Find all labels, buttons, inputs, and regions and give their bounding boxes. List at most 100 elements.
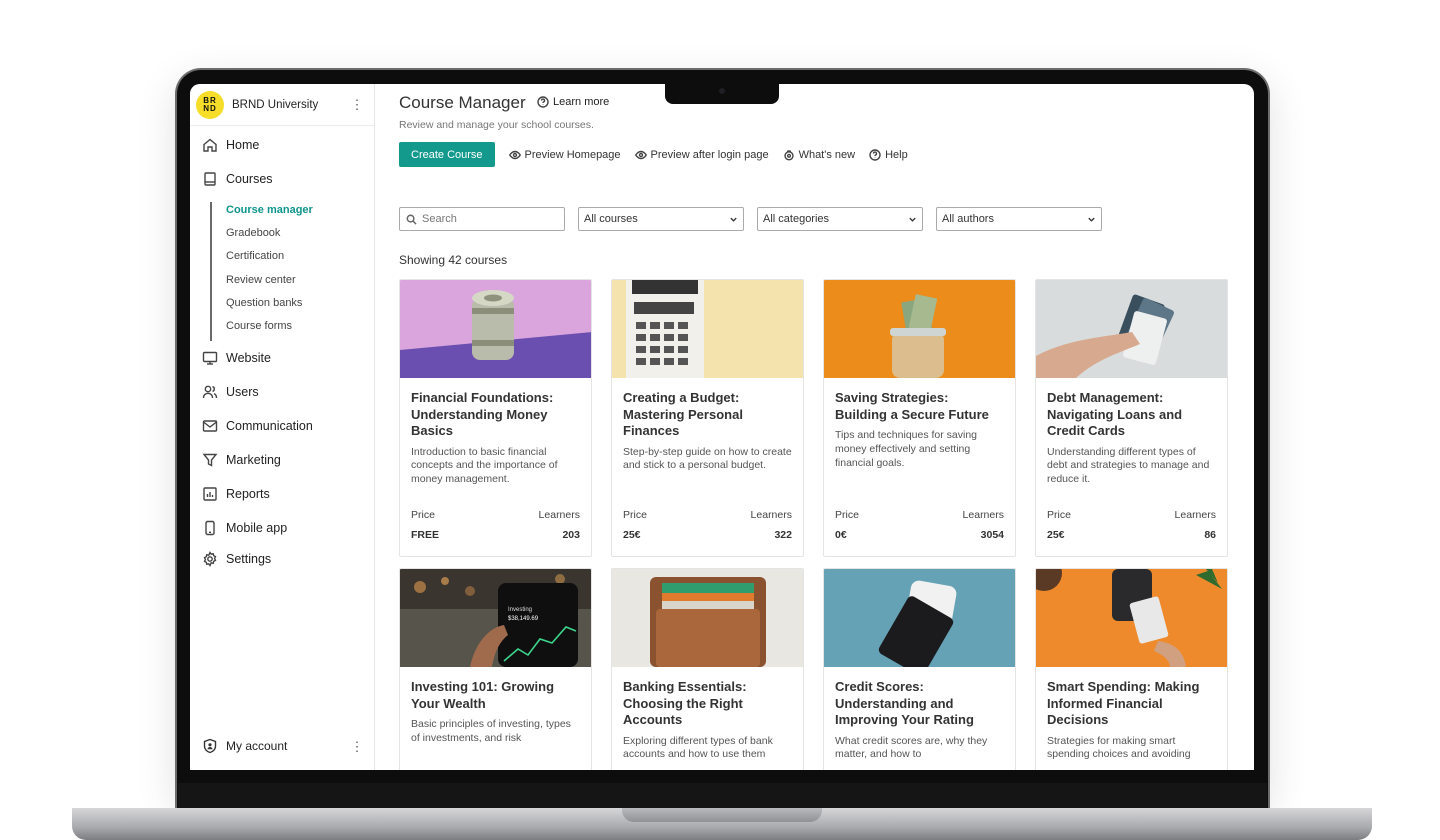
shield-user-icon <box>203 738 217 754</box>
course-learners: 203 <box>562 529 580 541</box>
course-card[interactable]: Investing $38,149.69 Investing 101: Grow… <box>399 568 592 770</box>
subnav-course-forms[interactable]: Course forms <box>226 318 313 341</box>
course-card[interactable]: Financial Foundations: Understanding Mon… <box>399 279 592 557</box>
sidebar-item-users[interactable]: Users <box>202 384 259 400</box>
course-learners: 322 <box>774 529 792 541</box>
course-thumbnail-wallet <box>612 569 803 667</box>
sidebar-item-courses[interactable]: Courses <box>202 171 273 187</box>
sidebar-item-label: Users <box>226 385 259 399</box>
account-label: My account <box>226 739 288 753</box>
course-title: Credit Scores: Understanding and Improvi… <box>835 679 974 727</box>
subnav-course-manager[interactable]: Course manager <box>226 202 313 225</box>
course-thumbnail-credit-cards <box>1036 280 1227 378</box>
courses-subnav: Course manager Gradebook Certification R… <box>210 202 313 342</box>
toolbar: Create Course Preview Homepage Preview a… <box>399 142 908 167</box>
authors-select[interactable]: All authors <box>936 207 1102 231</box>
course-card[interactable]: Creating a Budget: Mastering Personal Fi… <box>611 279 804 557</box>
sidebar-item-communication[interactable]: Communication <box>202 418 313 434</box>
gear-icon <box>203 551 217 567</box>
sidebar-item-reports[interactable]: Reports <box>202 486 270 502</box>
course-thumbnail-money-roll <box>400 280 591 378</box>
sidebar-item-label: Home <box>226 138 260 152</box>
course-description: Exploring different types of bank accoun… <box>623 734 773 761</box>
sidebar-item-marketing[interactable]: Marketing <box>202 452 281 468</box>
help-circle-icon <box>869 148 881 161</box>
sidebar-item-website[interactable]: Website <box>202 350 271 366</box>
course-card[interactable]: Debt Management: Navigating Loans and Cr… <box>1035 279 1228 557</box>
course-learners: 86 <box>1204 529 1216 541</box>
subnav-question-banks[interactable]: Question banks <box>226 295 313 318</box>
sidebar-item-label: Reports <box>226 487 270 501</box>
sidebar-item-label: Mobile app <box>226 521 288 535</box>
page-subtitle: Review and manage your school courses. <box>399 119 594 131</box>
course-thumbnail-phone-chart: Investing $38,149.69 <box>400 569 591 667</box>
users-icon <box>202 385 218 399</box>
price-label: Price <box>411 509 435 521</box>
sidebar: BR ND BRND University ⋮ Home Courses Cour… <box>190 84 375 770</box>
filter-icon <box>202 453 218 467</box>
brand-name: BRND University <box>232 98 319 111</box>
categories-select[interactable]: All categories <box>757 207 923 231</box>
course-title: Financial Foundations: Understanding Mon… <box>411 390 554 438</box>
sidebar-item-home[interactable]: Home <box>202 137 259 153</box>
brand-header[interactable]: BR ND BRND University ⋮ <box>190 84 374 126</box>
price-label: Price <box>835 509 859 521</box>
course-meta: Price Learners 25€ 86 <box>1047 509 1216 541</box>
course-title: Banking Essentials: Choosing the Right A… <box>623 679 747 727</box>
kebab-menu-icon[interactable]: ⋮ <box>350 740 364 753</box>
laptop-hinge <box>178 783 1267 810</box>
whats-new-label: What's new <box>798 148 856 161</box>
learners-label: Learners <box>1174 509 1216 521</box>
whats-new-link[interactable]: What's new <box>783 148 856 161</box>
laptop-base-notch <box>622 808 822 822</box>
course-description: Strategies for making smart spending cho… <box>1047 734 1191 761</box>
phone-icon <box>205 520 215 536</box>
create-course-button[interactable]: Create Course <box>399 142 495 167</box>
bar-chart-icon <box>203 487 217 501</box>
help-link[interactable]: Help <box>869 149 908 161</box>
course-title: Smart Spending: Making Informed Financia… <box>1047 679 1200 727</box>
course-card[interactable]: Banking Essentials: Choosing the Right A… <box>611 568 804 770</box>
sidebar-item-mobile-app[interactable]: Mobile app <box>202 520 287 536</box>
subnav-gradebook[interactable]: Gradebook <box>226 225 313 248</box>
courses-select[interactable]: All courses <box>578 207 744 231</box>
search-input[interactable]: Search <box>399 207 565 231</box>
preview-after-login-label: Preview after login page <box>650 148 769 161</box>
course-meta: Price Learners 25€ 322 <box>623 509 792 541</box>
price-label: Price <box>623 509 647 521</box>
home-icon <box>203 138 217 152</box>
sidebar-item-label: Marketing <box>226 453 281 467</box>
course-description: Introduction to basic financial concepts… <box>411 445 558 486</box>
course-card[interactable]: Credit Scores: Understanding and Improvi… <box>823 568 1016 770</box>
chevron-down-icon <box>1088 217 1095 222</box>
kebab-menu-icon[interactable]: ⋮ <box>350 98 364 111</box>
course-title: Investing 101: Growing Your Wealth <box>411 679 555 711</box>
course-meta: Price Learners 0€ 3054 <box>835 509 1004 541</box>
subnav-certification[interactable]: Certification <box>226 248 313 271</box>
subnav-review-center[interactable]: Review center <box>226 272 313 295</box>
course-description: Understanding different types of debt an… <box>1047 445 1210 486</box>
course-price: FREE <box>411 529 440 541</box>
page-title: Course Manager <box>399 93 526 112</box>
course-card[interactable]: Smart Spending: Making Informed Financia… <box>1035 568 1228 770</box>
sidebar-item-settings[interactable]: Settings <box>202 551 271 567</box>
course-description: Basic principles of investing, types of … <box>411 718 571 744</box>
help-label: Help <box>885 148 908 161</box>
gift-icon <box>783 149 794 161</box>
sidebar-item-label: Settings <box>226 552 272 566</box>
course-count: Showing 42 courses <box>399 253 508 267</box>
courses-select-value: All courses <box>584 213 638 225</box>
course-price: 0€ <box>835 529 847 541</box>
preview-homepage-link[interactable]: Preview Homepage <box>508 149 621 161</box>
sidebar-item-label: Website <box>226 351 271 365</box>
course-grid: Financial Foundations: Understanding Mon… <box>399 279 1228 770</box>
learners-label: Learners <box>750 509 792 521</box>
learn-more-link[interactable]: Learn more <box>537 96 609 108</box>
course-learners: 3054 <box>980 529 1004 541</box>
my-account[interactable]: My account ⋮ <box>202 738 364 754</box>
course-card[interactable]: Saving Strategies: Building a Secure Fut… <box>823 279 1016 557</box>
learners-label: Learners <box>538 509 580 521</box>
sidebar-item-label: Communication <box>226 419 313 433</box>
camera-notch <box>665 84 779 104</box>
preview-after-login-link[interactable]: Preview after login page <box>634 148 769 161</box>
